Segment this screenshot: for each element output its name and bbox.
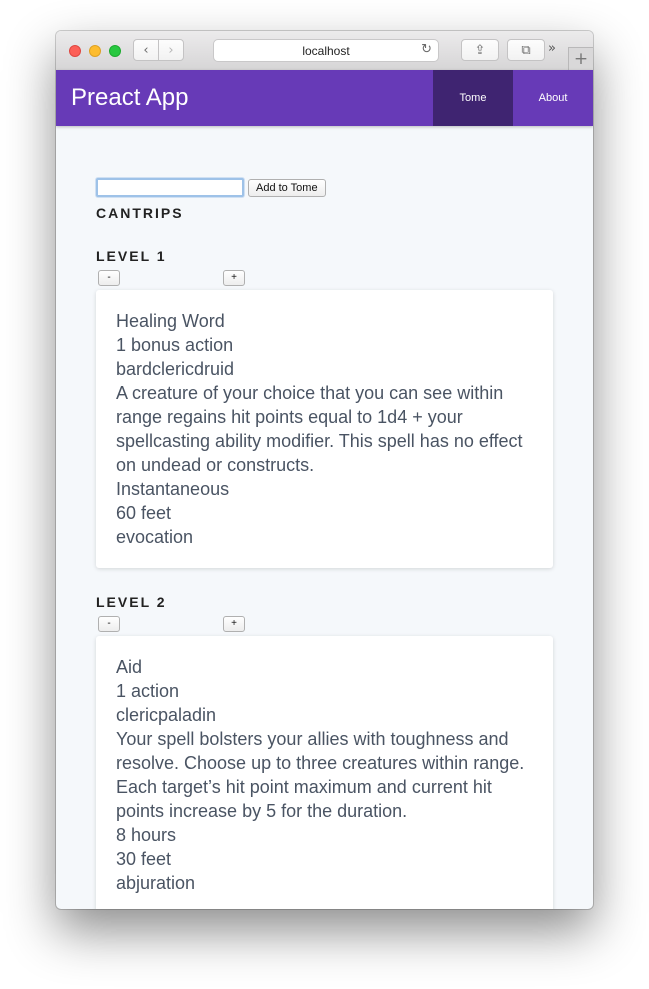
level-2-decrease-button[interactable]: - (98, 616, 120, 632)
add-spell-form: Add to Tome (96, 178, 326, 197)
spell-duration: Instantaneous (116, 479, 230, 499)
spell-casting-time: 1 bonus action (116, 335, 234, 355)
add-to-tome-button[interactable]: Add to Tome (248, 178, 326, 197)
spell-name: Healing Word (116, 311, 225, 331)
tabs-overview-icon[interactable]: ⧉ (507, 39, 545, 61)
nav-about-link[interactable]: About (513, 70, 593, 126)
spell-description: A creature of your choice that you can s… (116, 383, 523, 475)
browser-window: ‹ › localhost ↻ ⇪ ⧉ » + Preact App Tome … (56, 31, 593, 909)
nav-tome-link[interactable]: Tome (433, 70, 513, 126)
spell-classes: clericpaladin (116, 705, 217, 725)
url-text: localhost (302, 43, 350, 58)
main-content: Add to Tome CANTRIPS LEVEL 1 - + Healing… (56, 126, 593, 909)
app-title: Preact App (71, 84, 189, 111)
address-bar[interactable]: localhost ↻ (213, 39, 439, 62)
back-icon[interactable]: ‹ (133, 39, 159, 61)
close-window-button[interactable] (69, 45, 81, 57)
zoom-window-button[interactable] (109, 45, 121, 57)
spell-range: 30 feet (116, 849, 172, 869)
browser-toolbar: ‹ › localhost ↻ ⇪ ⧉ » + (56, 31, 593, 71)
level-1-increase-button[interactable]: + (223, 270, 245, 286)
spell-school: abjuration (116, 873, 196, 893)
spell-card-healing-word: Healing Word 1 bonus action bardclericdr… (96, 290, 553, 568)
level-1-heading: LEVEL 1 (96, 248, 167, 264)
spell-name-input[interactable] (96, 178, 244, 197)
spell-card-aid: Aid 1 action clericpaladin Your spell bo… (96, 636, 553, 909)
forward-icon[interactable]: › (158, 39, 184, 61)
minimize-window-button[interactable] (89, 45, 101, 57)
spell-name: Aid (116, 657, 143, 677)
spell-range: 60 feet (116, 503, 172, 523)
level-2-heading: LEVEL 2 (96, 594, 167, 610)
spell-school: evocation (116, 527, 194, 547)
reload-icon[interactable]: ↻ (421, 42, 432, 57)
new-tab-icon[interactable]: + (568, 47, 593, 70)
spell-duration: 8 hours (116, 825, 177, 845)
spell-classes: bardclericdruid (116, 359, 235, 379)
spell-casting-time: 1 action (116, 681, 180, 701)
level-1-decrease-button[interactable]: - (98, 270, 120, 286)
app-header: Preact App Tome About (56, 70, 593, 126)
cantrips-heading: CANTRIPS (96, 205, 184, 221)
level-2-increase-button[interactable]: + (223, 616, 245, 632)
more-chevron-icon[interactable]: » (548, 41, 556, 56)
share-icon[interactable]: ⇪ (461, 39, 499, 61)
spell-description: Your spell bolsters your allies with tou… (116, 729, 525, 821)
